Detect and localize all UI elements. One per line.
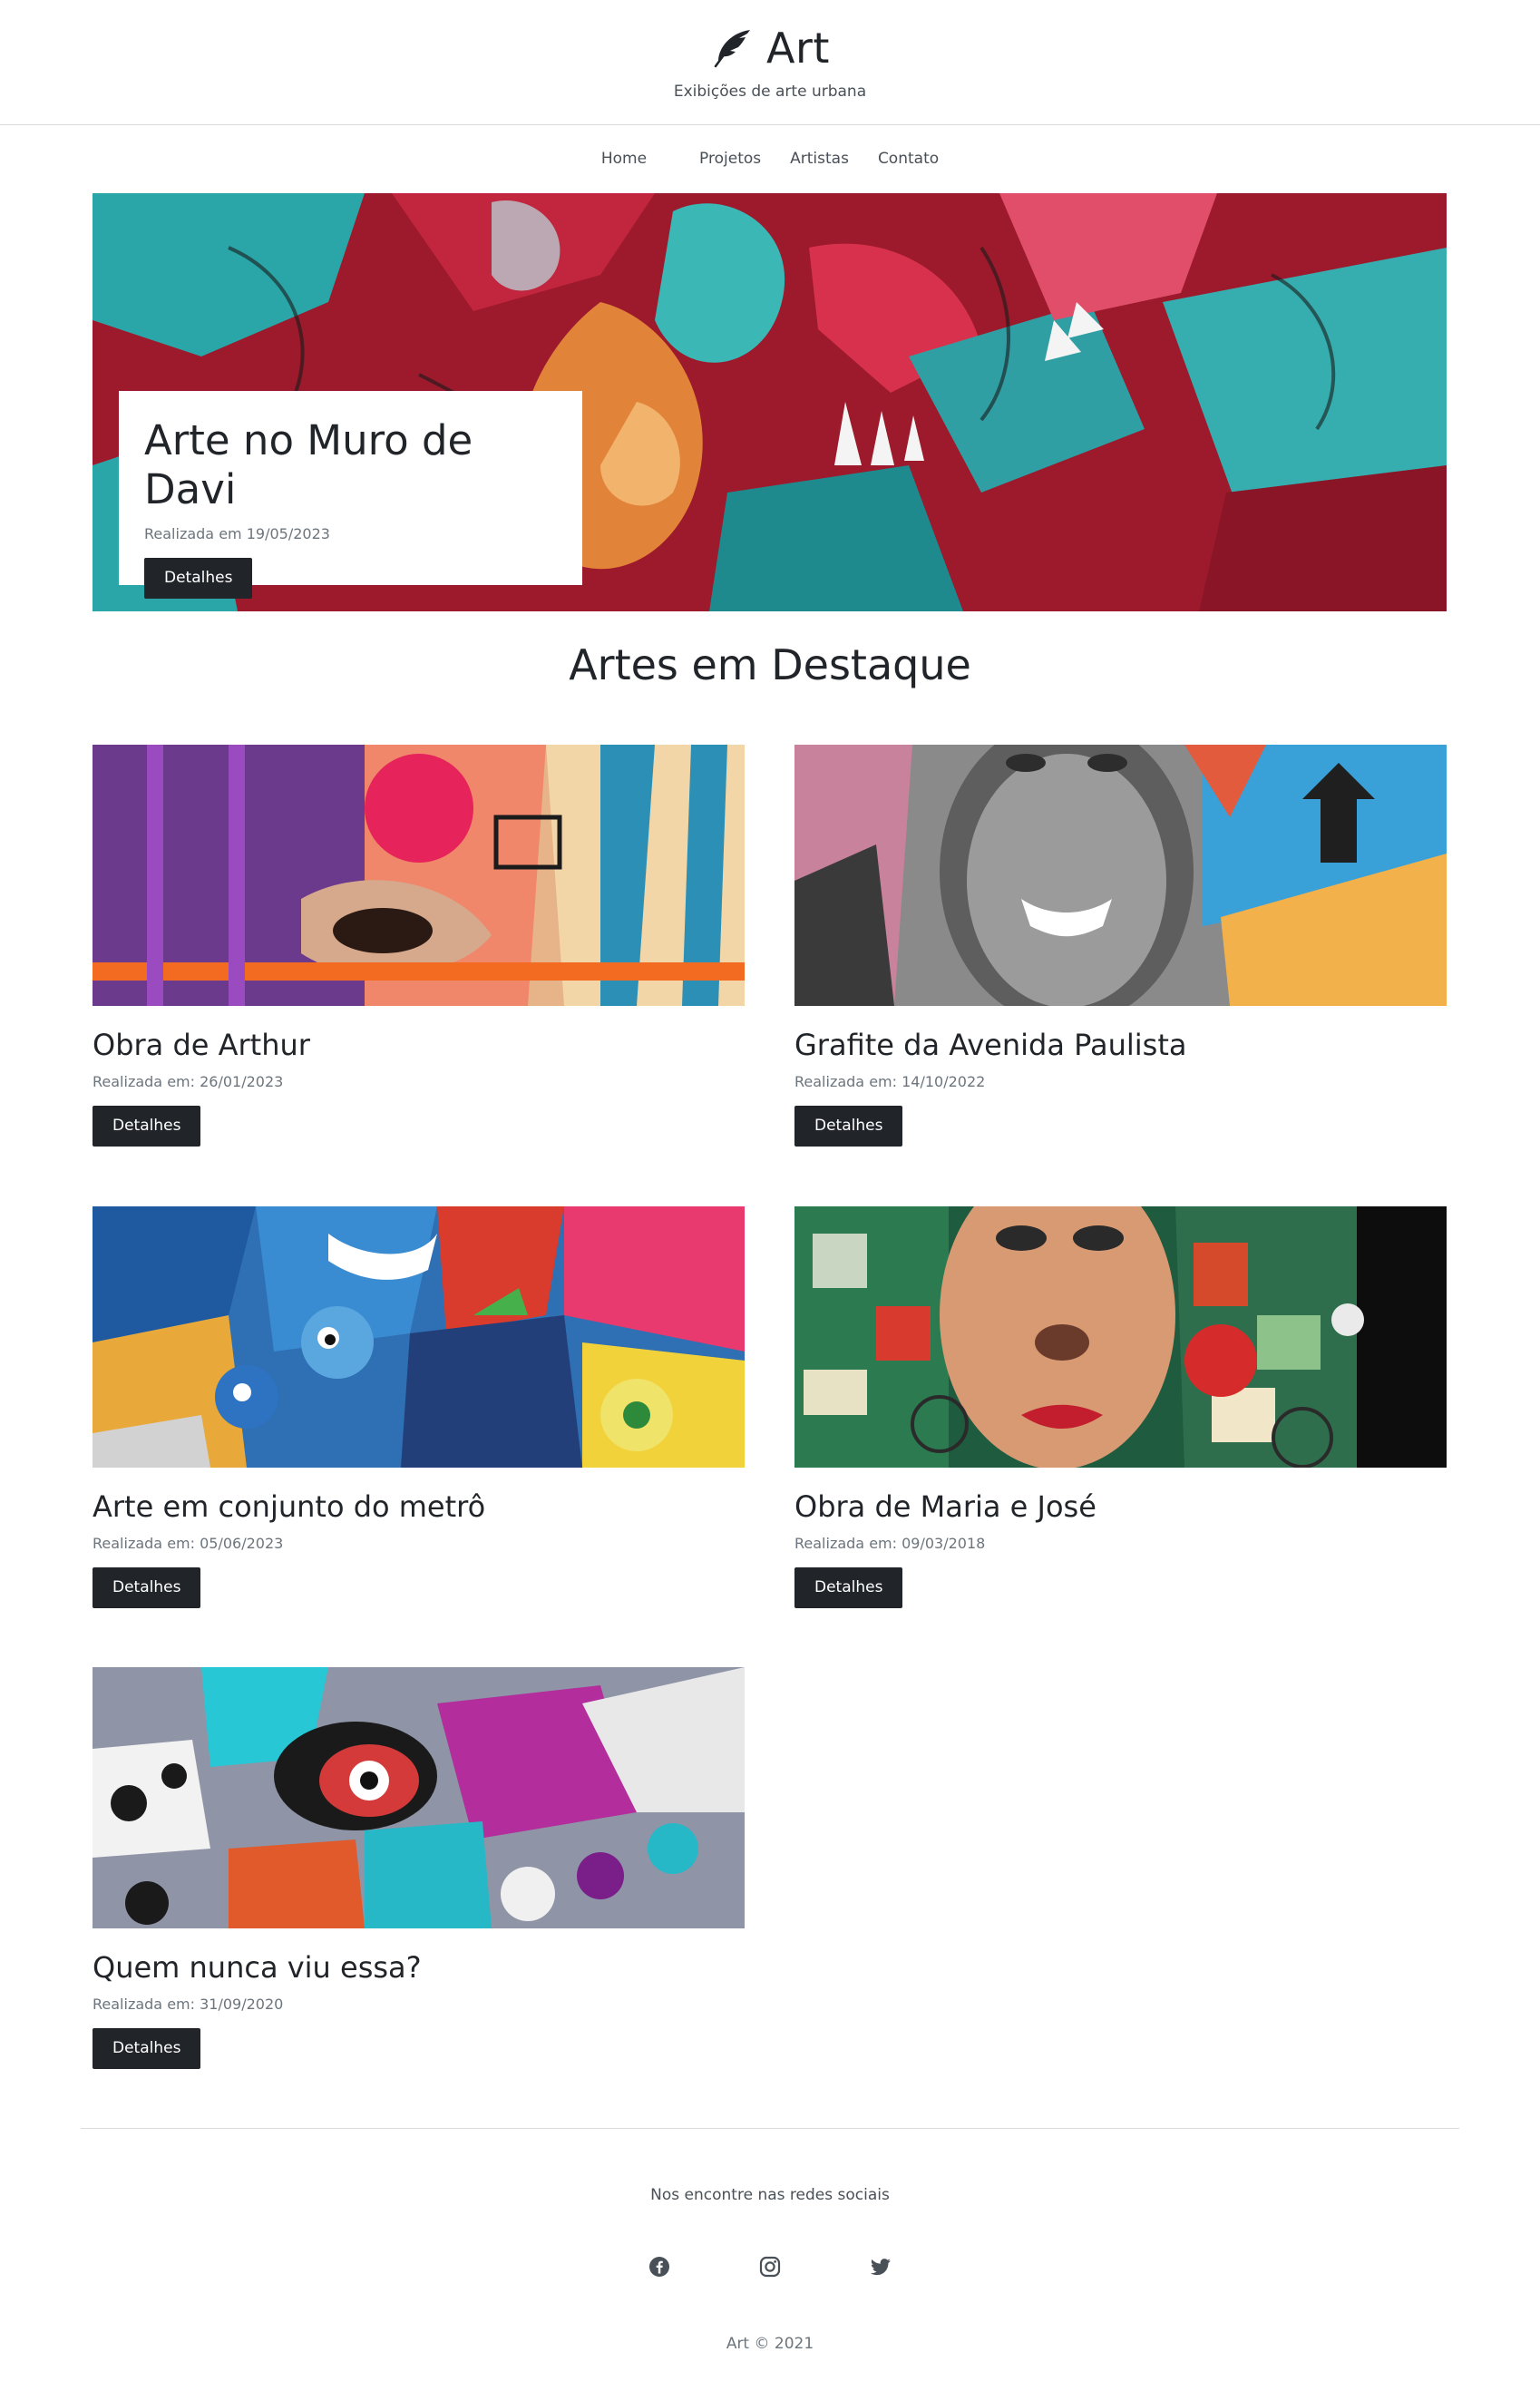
nav-item-artistas[interactable]: Artistas bbox=[775, 150, 863, 168]
card-date: Realizada em: 26/01/2023 bbox=[93, 1073, 284, 1090]
card-details-button[interactable]: Detalhes bbox=[93, 1106, 201, 1147]
brand[interactable]: Art bbox=[0, 24, 1540, 73]
hero-details-button[interactable]: Detalhes bbox=[144, 558, 253, 599]
footer-text: Nos encontre nas redes sociais bbox=[650, 2186, 890, 2204]
nav-item-projetos[interactable]: Projetos bbox=[685, 150, 775, 168]
card-date: Realizada em: 31/09/2020 bbox=[93, 1996, 284, 2013]
nav-item-contato[interactable]: Contato bbox=[863, 150, 953, 168]
card-details-button[interactable]: Detalhes bbox=[93, 1567, 201, 1608]
card-title: Obra de Arthur bbox=[93, 1028, 310, 1062]
card-date: Realizada em: 09/03/2018 bbox=[794, 1535, 986, 1552]
art-card: Obra de Arthur Realizada em: 26/01/2023 … bbox=[93, 745, 745, 1147]
card-image[interactable] bbox=[93, 745, 745, 1006]
art-card: Obra de Maria e José Realizada em: 09/03… bbox=[794, 1206, 1447, 1608]
card-date: Realizada em: 14/10/2022 bbox=[794, 1073, 986, 1090]
card-title: Obra de Maria e José bbox=[794, 1489, 1097, 1524]
hero-card: Arte no Muro de Davi Realizada em 19/05/… bbox=[119, 391, 582, 599]
brand-title: Art bbox=[766, 24, 830, 73]
card-details-button[interactable]: Detalhes bbox=[93, 2028, 201, 2069]
nav-item-home[interactable]: Home bbox=[587, 150, 685, 168]
card-title: Grafite da Avenida Paulista bbox=[794, 1028, 1187, 1062]
card-date: Realizada em: 05/06/2023 bbox=[93, 1535, 284, 1552]
card-image[interactable] bbox=[93, 1667, 745, 1928]
hero-date: Realizada em 19/05/2023 bbox=[144, 525, 330, 542]
art-card: Grafite da Avenida Paulista Realizada em… bbox=[794, 745, 1447, 1147]
header-divider bbox=[0, 124, 1540, 125]
card-title: Arte em conjunto do metrô bbox=[93, 1489, 486, 1524]
card-image[interactable] bbox=[93, 1206, 745, 1468]
card-title: Quem nunca viu essa? bbox=[93, 1950, 422, 1985]
section-title: Artes em Destaque bbox=[569, 640, 971, 689]
main-nav: Home Projetos Artistas Contato bbox=[0, 150, 1540, 168]
card-image[interactable] bbox=[794, 745, 1447, 1006]
hero-title: Arte no Muro de Davi bbox=[144, 416, 473, 513]
instagram-icon[interactable] bbox=[759, 2256, 781, 2278]
feather-icon bbox=[714, 30, 751, 68]
hero-banner: Arte no Muro de Davi Realizada em 19/05/… bbox=[93, 193, 1447, 611]
art-card: Quem nunca viu essa? Realizada em: 31/09… bbox=[93, 1667, 745, 2069]
card-details-button[interactable]: Detalhes bbox=[794, 1567, 903, 1608]
card-image[interactable] bbox=[794, 1206, 1447, 1468]
footer-divider bbox=[81, 2128, 1459, 2129]
card-details-button[interactable]: Detalhes bbox=[794, 1106, 903, 1147]
art-card: Arte em conjunto do metrô Realizada em: … bbox=[93, 1206, 745, 1608]
tagline: Exibições de arte urbana bbox=[673, 83, 867, 101]
facebook-icon[interactable] bbox=[648, 2256, 670, 2278]
social-links bbox=[0, 2256, 1540, 2278]
twitter-icon[interactable] bbox=[870, 2256, 892, 2278]
copyright: Art © 2021 bbox=[726, 2335, 814, 2353]
